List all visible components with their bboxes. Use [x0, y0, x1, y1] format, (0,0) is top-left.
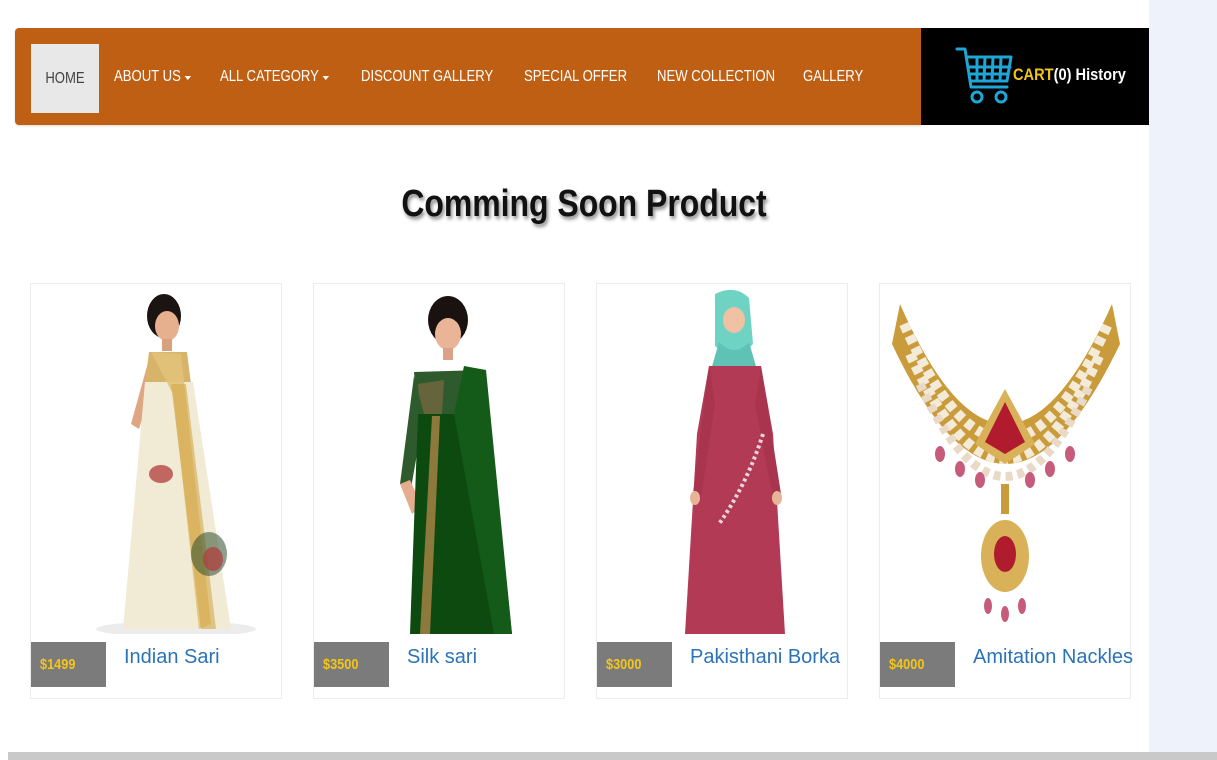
- price-label: $1499: [40, 656, 76, 673]
- price-label: $3000: [606, 656, 642, 673]
- nav-gallery[interactable]: GALLERY: [803, 28, 863, 125]
- product-card[interactable]: $1499 Indian Sari: [30, 283, 282, 699]
- nav-new-collection-label: NEW COLLECTION: [657, 67, 776, 85]
- page-left-margin: [0, 0, 8, 760]
- woman-cream-sari-image: [31, 284, 281, 634]
- product-name-link[interactable]: Silk sari: [407, 646, 477, 669]
- woman-green-silk-sari-image: [314, 284, 564, 634]
- nav-all-category-label: ALL CATEGORY: [220, 67, 319, 85]
- product-name-link[interactable]: Amitation Nackles: [973, 646, 1133, 669]
- price-label: $3500: [323, 656, 359, 673]
- shopping-cart-icon[interactable]: [955, 43, 1015, 109]
- product-name-link[interactable]: Indian Sari: [124, 646, 220, 669]
- price-label: $4000: [889, 656, 925, 673]
- nav-discount-gallery-label: DISCOUNT GALLERY: [361, 67, 494, 85]
- nav-home-label: HOME: [45, 69, 85, 87]
- product-image[interactable]: [31, 284, 281, 634]
- nav-new-collection[interactable]: NEW COLLECTION: [657, 28, 775, 125]
- product-card[interactable]: $3500 Silk sari: [313, 283, 565, 699]
- caret-down-icon: [184, 76, 191, 80]
- cart-history-link[interactable]: History: [1076, 65, 1126, 84]
- horizontal-scrollbar[interactable]: [8, 752, 1217, 760]
- nav-home[interactable]: HOME: [31, 44, 99, 113]
- nav-gallery-label: GALLERY: [803, 67, 864, 85]
- woman-maroon-borka-image: [597, 284, 847, 634]
- product-name-link[interactable]: Pakisthani Borka: [690, 646, 840, 669]
- section-title: Comming Soon Product: [401, 183, 767, 225]
- price-tag: $1499: [31, 642, 106, 687]
- caret-down-icon: [322, 76, 329, 80]
- product-image[interactable]: [880, 284, 1130, 634]
- nav-special-offer[interactable]: SPECIAL OFFER: [524, 28, 627, 125]
- gold-kundan-necklace-image: [880, 284, 1130, 634]
- price-tag: $3500: [314, 642, 389, 687]
- cart-panel: CART(0) History: [921, 28, 1149, 125]
- nav-all-category[interactable]: ALL CATEGORY: [220, 28, 329, 125]
- nav-discount-gallery[interactable]: DISCOUNT GALLERY: [361, 28, 493, 125]
- page-side-background: [1149, 0, 1217, 760]
- main-navbar: HOME ABOUT US ALL CATEGORY DISCOUNT GALL…: [15, 28, 921, 125]
- product-card[interactable]: $4000 Amitation Nackles: [879, 283, 1133, 699]
- cart-summary: CART(0) History: [1013, 65, 1126, 85]
- product-image[interactable]: [314, 284, 564, 634]
- cart-link[interactable]: CART: [1013, 65, 1054, 84]
- product-card[interactable]: $3000 Pakisthani Borka: [596, 283, 848, 699]
- nav-special-offer-label: SPECIAL OFFER: [524, 67, 628, 85]
- price-tag: $4000: [880, 642, 955, 687]
- cart-count: (0): [1053, 65, 1072, 84]
- nav-about-us-label: ABOUT US: [114, 67, 181, 85]
- product-image[interactable]: [597, 284, 847, 634]
- nav-about-us[interactable]: ABOUT US: [114, 28, 191, 125]
- price-tag: $3000: [597, 642, 672, 687]
